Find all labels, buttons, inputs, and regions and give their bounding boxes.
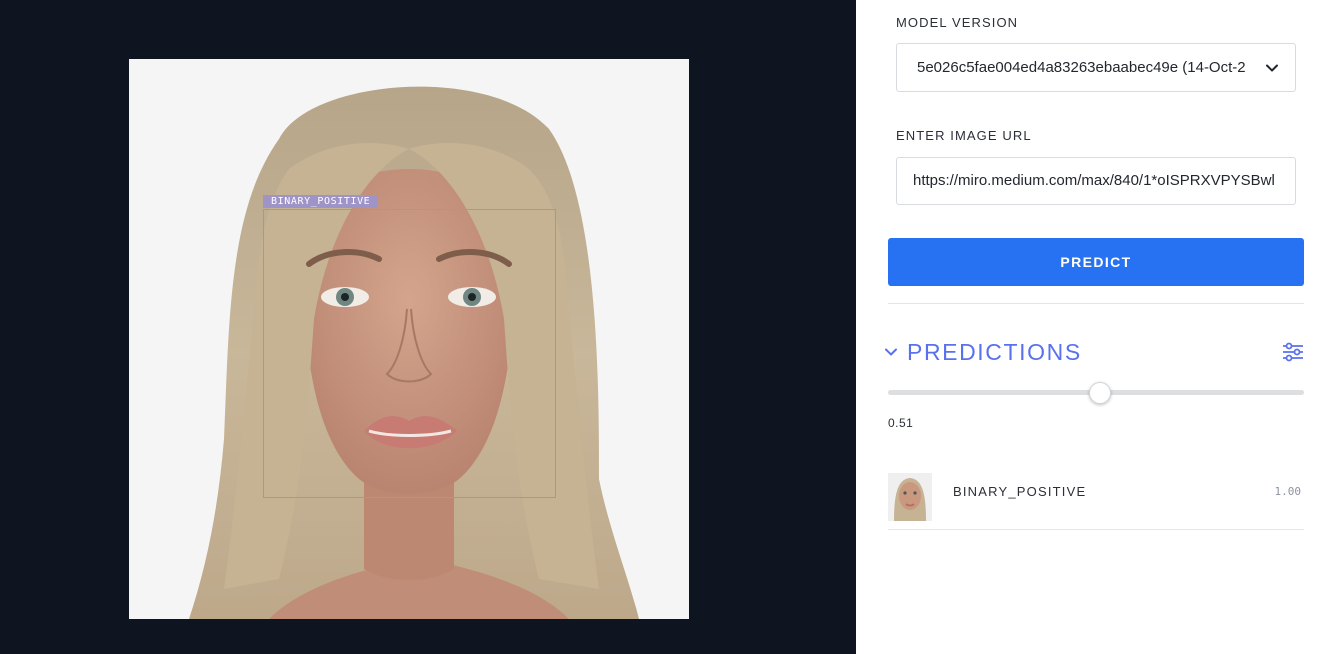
image-url-input[interactable]: https://miro.medium.com/max/840/1*oISPRX…: [896, 157, 1296, 205]
detection-bounding-box: [263, 209, 556, 498]
prediction-label: BINARY_POSITIVE: [953, 484, 1087, 499]
predictions-title[interactable]: PREDICTIONS: [907, 339, 1082, 366]
model-version-label: MODEL VERSION: [896, 15, 1019, 30]
prediction-score: 1.00: [1274, 485, 1302, 498]
image-url-value: https://miro.medium.com/max/840/1*oISPRX…: [913, 172, 1275, 189]
chevron-down-icon[interactable]: [884, 345, 898, 359]
detection-label: BINARY_POSITIVE: [263, 195, 379, 208]
input-image: BINARY_POSITIVE: [129, 59, 689, 619]
sliders-icon[interactable]: [1282, 342, 1304, 362]
image-viewer: BINARY_POSITIVE: [0, 0, 856, 654]
image-url-label: ENTER IMAGE URL: [896, 128, 1032, 143]
prediction-thumbnail: [888, 473, 932, 521]
model-version-value: 5e026c5fae004ed4a83263ebaabec49e (14-Oct…: [917, 59, 1246, 76]
model-version-select[interactable]: 5e026c5fae004ed4a83263ebaabec49e (14-Oct…: [896, 43, 1296, 92]
prediction-row[interactable]: BINARY_POSITIVE 1.00: [888, 464, 1304, 530]
threshold-value: 0.51: [888, 416, 914, 430]
threshold-slider-thumb[interactable]: [1089, 382, 1112, 404]
divider: [888, 303, 1304, 304]
predict-button[interactable]: PREDICT: [888, 238, 1304, 286]
chevron-down-icon: [1266, 64, 1278, 72]
control-panel: MODEL VERSION 5e026c5fae004ed4a83263ebaa…: [856, 0, 1333, 654]
